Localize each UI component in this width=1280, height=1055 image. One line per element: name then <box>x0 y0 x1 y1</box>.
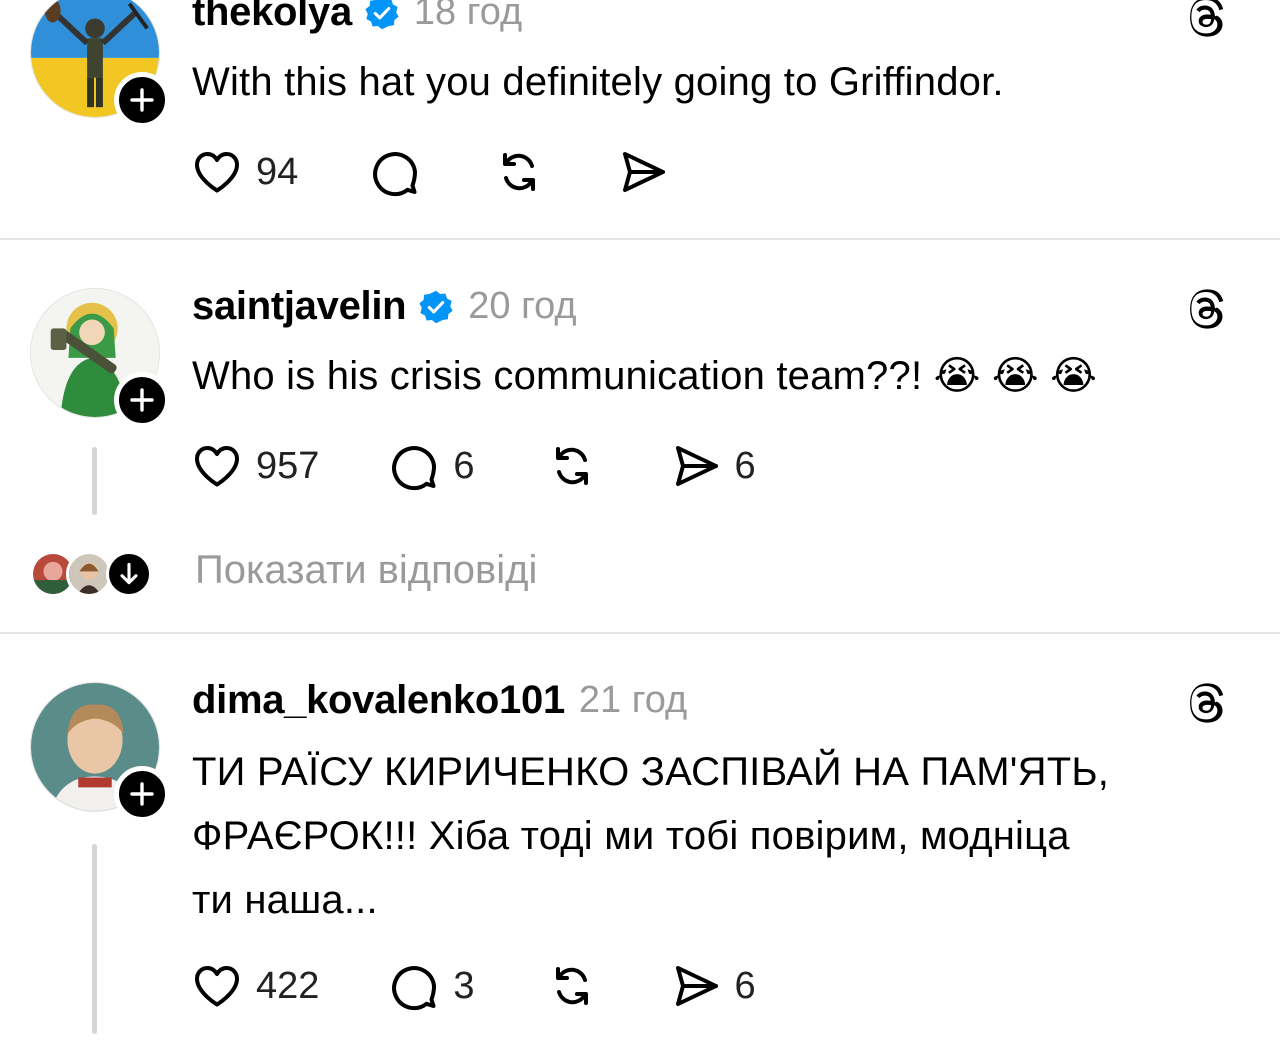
post-header: dima_kovalenko101 21 год <box>192 678 687 723</box>
post-text: With this hat you definitely going to Gr… <box>192 60 1004 104</box>
threads-logo-icon[interactable] <box>1182 680 1230 728</box>
post-actions: 422 3 6 <box>190 956 756 1016</box>
username[interactable]: thekolya <box>192 0 352 35</box>
like-count: 957 <box>256 444 320 487</box>
verified-badge-icon <box>364 0 400 31</box>
follow-plus-icon[interactable] <box>114 766 170 822</box>
threads-logo-icon[interactable] <box>1182 0 1230 42</box>
repost-action[interactable] <box>545 439 599 493</box>
repost-action[interactable] <box>545 959 599 1013</box>
like-count: 94 <box>256 150 299 193</box>
heart-icon[interactable] <box>190 439 244 493</box>
comment-action[interactable] <box>368 145 422 199</box>
post-time: 18 год <box>413 0 523 33</box>
share-action[interactable]: 6 <box>669 959 756 1013</box>
post-header: saintjavelin 20 год <box>192 284 577 329</box>
share-action[interactable] <box>616 145 670 199</box>
post-time: 20 год <box>468 285 577 327</box>
heart-icon[interactable] <box>190 145 244 199</box>
post-thekolya: thekolya 18 год With this hat you defini… <box>0 0 1280 240</box>
thread-line <box>92 844 97 1034</box>
post-header: thekolya 18 год <box>192 0 522 35</box>
comment-icon[interactable] <box>387 439 441 493</box>
avatar-wrap[interactable] <box>30 288 170 428</box>
post-text: ТИ РАЇСУ КИРИЧЕНКО ЗАСПІВАЙ НА ПАМ'ЯТЬ, … <box>192 740 1242 932</box>
comment-icon[interactable] <box>368 145 422 199</box>
heart-icon[interactable] <box>190 959 244 1013</box>
username[interactable]: saintjavelin <box>192 284 407 329</box>
follow-plus-icon[interactable] <box>114 72 170 128</box>
share-action[interactable]: 6 <box>669 439 756 493</box>
share-icon[interactable] <box>669 959 723 1013</box>
share-count: 6 <box>734 964 756 1007</box>
share-icon[interactable] <box>669 439 723 493</box>
comment-icon[interactable] <box>387 959 441 1013</box>
verified-badge-icon <box>418 289 454 325</box>
comment-count: 6 <box>453 444 475 487</box>
show-replies-link[interactable]: Показати відповіді <box>195 548 537 593</box>
repost-icon[interactable] <box>492 145 546 199</box>
post-text-line: ти наша... <box>192 878 378 922</box>
replies-preview[interactable] <box>30 544 160 604</box>
post-text-line: ФРАЄРОК!!! Хіба тоді ми тобі повірим, мо… <box>192 814 1070 858</box>
post-text: Who is his crisis communication team??! … <box>192 354 1098 398</box>
username[interactable]: dima_kovalenko101 <box>192 678 565 723</box>
follow-plus-icon[interactable] <box>114 372 170 428</box>
post-actions: 94 <box>190 142 670 202</box>
reply-avatars <box>30 549 160 599</box>
comment-count: 3 <box>453 964 475 1007</box>
repost-icon[interactable] <box>545 959 599 1013</box>
thread-line <box>92 447 97 515</box>
post-actions: 957 6 6 <box>190 436 756 496</box>
like-count: 422 <box>256 964 320 1007</box>
avatar-wrap[interactable] <box>30 682 170 822</box>
post-saintjavelin: saintjavelin 20 год Who is his crisis co… <box>0 240 1280 635</box>
comment-action[interactable]: 6 <box>387 439 475 493</box>
avatar-wrap[interactable] <box>30 0 170 128</box>
like-action[interactable]: 422 <box>190 959 319 1013</box>
post-time: 21 год <box>578 679 688 721</box>
share-icon[interactable] <box>616 145 670 199</box>
expand-arrow-icon[interactable] <box>106 551 152 597</box>
like-action[interactable]: 957 <box>190 439 319 493</box>
post-dima_kovalenko101: dima_kovalenko101 21 год ТИ РАЇСУ КИРИЧЕ… <box>0 634 1280 1055</box>
share-count: 6 <box>734 444 756 487</box>
like-action[interactable]: 94 <box>190 145 298 199</box>
repost-action[interactable] <box>492 145 546 199</box>
repost-icon[interactable] <box>545 439 599 493</box>
comment-action[interactable]: 3 <box>387 959 475 1013</box>
post-text-line: ТИ РАЇСУ КИРИЧЕНКО ЗАСПІВАЙ НА ПАМ'ЯТЬ, <box>192 750 1110 794</box>
threads-logo-icon[interactable] <box>1182 286 1230 334</box>
